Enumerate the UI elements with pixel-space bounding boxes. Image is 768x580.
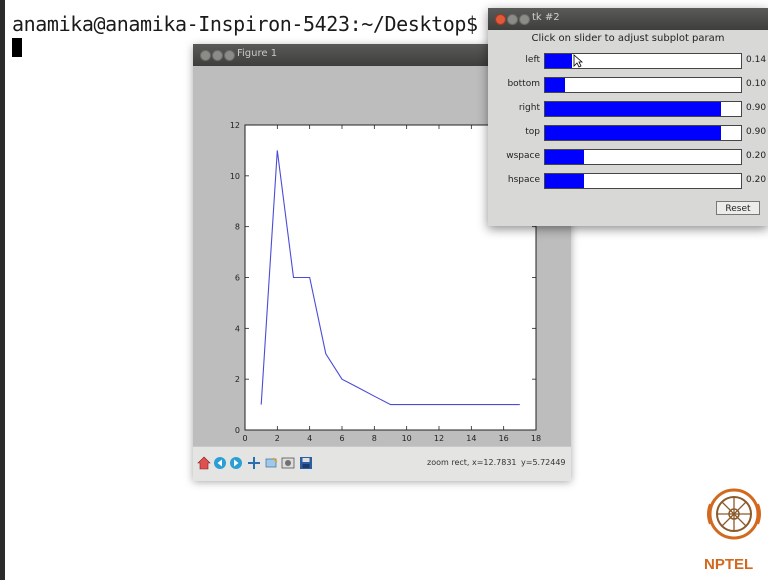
subplot-tool-title: tk #2 [532,12,560,23]
forward-icon[interactable] [229,456,243,470]
save-icon[interactable] [299,456,313,470]
x-tick-label: 18 [531,434,541,443]
slider-fill-hspace [545,174,585,188]
slider-label-left: left [525,55,540,65]
nptel-logo-text: NPTEL [704,556,754,573]
x-tick-label: 12 [434,434,444,443]
subplot-tool-titlebar[interactable]: tk #2 [488,8,768,30]
y-tick-label: 4 [235,324,240,333]
nptel-emblem-icon [707,488,761,540]
slider-value-top: 0.90 [746,127,767,137]
maximize-window-icon[interactable] [519,14,530,25]
status-coordinates-x: zoom rect, x=12.7831 [427,458,517,467]
slider-hspace[interactable] [544,173,742,189]
slider-fill-bottom [545,78,565,92]
y-tick-label: 6 [235,274,240,283]
y-tick-label: 2 [235,375,240,384]
mouse-pointer-icon [573,54,583,68]
slider-label-bottom: bottom [507,79,540,89]
slider-label-wspace: wspace [506,151,540,161]
minimize-window-icon[interactable] [507,14,518,25]
subplot-tool-heading: Click on slider to adjust subplot param [531,33,725,44]
subplot-tool-window[interactable]: tk #2 Click on slider to adjust subplot … [488,8,768,226]
slider-label-top: top [525,127,540,137]
slider-wspace[interactable] [544,149,742,165]
status-coordinates-y: y=5.72449 [521,458,566,467]
home-icon[interactable] [197,456,211,470]
slider-fill-right [545,102,722,116]
y-tick-label: 10 [230,172,240,181]
y-tick-label: 12 [230,121,240,130]
slider-bottom[interactable] [544,77,742,93]
minimize-window-icon[interactable] [212,50,223,61]
figure-title: Figure 1 [237,48,278,59]
close-window-icon[interactable] [200,50,211,61]
x-tick-label: 0 [242,434,247,443]
nptel-logo: NPTEL [700,474,768,578]
terminal-prompt: anamika@anamika-Inspiron-5423:~/Desktop$… [12,12,560,36]
slider-value-left: 0.14 [746,55,767,65]
figure-toolbar: zoom rect, x=12.7831 y=5.72449 [193,446,571,481]
slider-label-right: right [518,103,540,113]
slider-value-hspace: 0.20 [746,175,767,185]
zoom-icon[interactable] [264,456,278,470]
slider-fill-top [545,126,722,140]
close-window-icon[interactable] [495,14,506,25]
slider-label-hspace: hspace [507,175,540,185]
slider-right[interactable] [544,101,742,117]
terminal-edge [0,0,5,580]
x-tick-label: 6 [339,434,344,443]
pan-icon[interactable] [247,456,261,470]
y-tick-label: 0 [235,426,240,435]
slider-value-right: 0.90 [746,103,767,113]
y-tick-label: 8 [235,223,240,232]
x-tick-label: 10 [402,434,412,443]
slider-fill-left [545,54,573,68]
maximize-window-icon[interactable] [224,50,235,61]
reset-button[interactable]: Reset [716,201,760,215]
terminal-cursor [12,38,22,57]
x-tick-label: 16 [499,434,509,443]
back-icon[interactable] [213,456,227,470]
x-tick-label: 8 [372,434,377,443]
x-tick-label: 4 [307,434,312,443]
subplots-icon[interactable] [281,456,295,470]
slider-value-bottom: 0.10 [746,79,767,89]
slider-value-wspace: 0.20 [746,151,767,161]
slider-top[interactable] [544,125,742,141]
x-tick-label: 14 [466,434,476,443]
slider-fill-wspace [545,150,585,164]
x-tick-label: 2 [275,434,280,443]
